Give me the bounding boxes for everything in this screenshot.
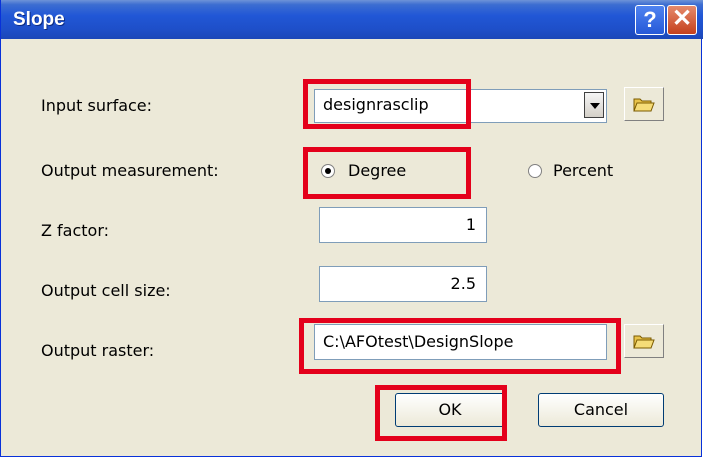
output-raster-label: Output raster:	[41, 341, 155, 360]
percent-label[interactable]: Percent	[553, 161, 613, 180]
cancel-button[interactable]: Cancel	[538, 393, 664, 427]
percent-radio[interactable]	[528, 164, 542, 178]
degree-radio[interactable]	[321, 164, 335, 178]
ok-button[interactable]: OK	[395, 393, 505, 427]
slope-dialog: Slope ? ✕ Input surface: designrasclip O…	[0, 0, 703, 457]
input-surface-label: Input surface:	[41, 96, 153, 115]
chevron-down-icon[interactable]	[584, 92, 604, 118]
open-folder-icon	[633, 98, 655, 112]
help-button[interactable]: ?	[635, 5, 665, 35]
browse-output-button[interactable]	[624, 324, 664, 358]
browse-input-button[interactable]	[624, 87, 664, 121]
z-factor-input[interactable]: 1	[319, 207, 487, 243]
input-surface-combo[interactable]: designrasclip	[314, 89, 607, 123]
output-cell-size-input[interactable]: 2.5	[319, 266, 487, 302]
close-button[interactable]: ✕	[667, 5, 697, 35]
degree-label[interactable]: Degree	[348, 161, 406, 180]
output-raster-input[interactable]: C:\AFOtest\DesignSlope	[314, 324, 607, 360]
output-measurement-label: Output measurement:	[41, 161, 219, 180]
z-factor-label: Z factor:	[41, 221, 110, 240]
input-surface-value: designrasclip	[323, 95, 429, 114]
output-cell-size-label: Output cell size:	[41, 281, 171, 300]
open-folder-icon	[633, 335, 655, 349]
title-bar[interactable]: Slope ? ✕	[1, 0, 703, 39]
dialog-title: Slope	[13, 9, 65, 30]
